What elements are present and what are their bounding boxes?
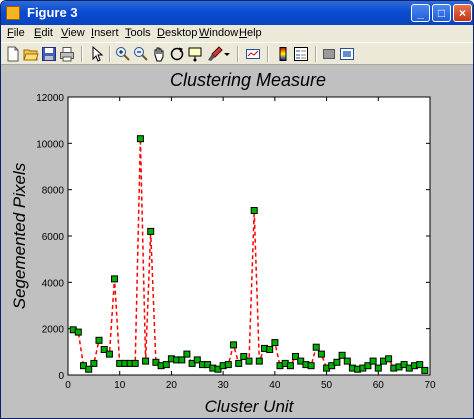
data-point-marker: [230, 341, 237, 349]
x-tick-label: 10: [114, 380, 126, 391]
data-point-marker: [147, 227, 155, 235]
data-point-marker: [245, 357, 253, 365]
show-plot-tools-icon[interactable]: [339, 46, 355, 62]
menu-file[interactable]: File: [7, 27, 25, 39]
menu-edit[interactable]: Edit: [34, 27, 53, 39]
data-point-marker: [286, 362, 294, 370]
x-tick-label: 20: [166, 380, 178, 391]
data-point-marker: [183, 350, 191, 358]
matlab-figure-icon: [6, 6, 20, 20]
menu-window[interactable]: Window: [199, 27, 238, 39]
x-tick-label: 50: [321, 380, 333, 391]
zoom-out-icon[interactable]: [133, 46, 149, 62]
y-tick-label: 12000: [36, 93, 64, 104]
data-point-marker: [162, 361, 170, 369]
maximize-button[interactable]: □: [432, 4, 451, 22]
x-tick-label: 70: [424, 380, 436, 391]
data-point-marker: [333, 358, 341, 366]
new-figure-icon[interactable]: [5, 46, 21, 62]
data-point-marker: [307, 362, 315, 370]
brush-icon[interactable]: [207, 46, 223, 62]
figure-toolbar: [1, 42, 473, 65]
toolbar-separator: [237, 46, 239, 62]
chart-svg: Clustering Measure 0 10 20 30 40 50 60 70 0 2000 4…: [10, 70, 436, 416]
data-point-marker: [421, 366, 429, 374]
open-file-icon[interactable]: [23, 46, 39, 62]
toolbar-separator: [315, 46, 317, 62]
menu-desktop[interactable]: Desktop: [157, 27, 197, 39]
chart-title: Clustering Measure: [170, 70, 326, 90]
data-point-marker: [317, 350, 325, 358]
pan-hand-icon[interactable]: [151, 46, 167, 62]
data-point-marker: [369, 357, 377, 365]
edit-plot-arrow-icon[interactable]: [89, 45, 105, 62]
figure-window: Figure 3 _ □ × File Edit View Insert Too…: [0, 0, 474, 419]
brush-dropdown-icon[interactable]: [223, 46, 231, 62]
rotate-3d-icon[interactable]: [169, 46, 185, 62]
data-point-marker: [385, 355, 393, 363]
y-tick-label: 4000: [42, 278, 65, 289]
save-icon[interactable]: [41, 46, 57, 62]
x-tick-label: 0: [65, 380, 71, 391]
data-point-marker: [111, 275, 118, 283]
data-point-marker: [95, 336, 103, 344]
data-point-marker: [338, 351, 346, 359]
print-icon[interactable]: [59, 46, 75, 62]
data-point-marker: [235, 359, 243, 367]
x-axis-label: Cluster Unit: [205, 397, 295, 416]
x-tick-label: 40: [269, 380, 281, 391]
menu-insert[interactable]: Insert: [91, 27, 119, 39]
data-point-marker: [85, 365, 93, 373]
data-point-marker: [271, 339, 279, 347]
insert-colorbar-icon[interactable]: [275, 46, 291, 62]
y-tick-label: 0: [58, 371, 64, 382]
window-title: Figure 3: [27, 5, 78, 20]
data-point-marker: [250, 207, 258, 214]
insert-legend-icon[interactable]: [293, 46, 309, 62]
data-point-marker: [136, 135, 144, 143]
data-point-marker: [90, 359, 98, 367]
data-point-marker: [266, 346, 274, 353]
data-point-marker: [224, 361, 232, 369]
y-tick-label: 2000: [42, 325, 65, 336]
y-axis-label: Segemented Pixels: [10, 162, 29, 309]
menu-bar: File Edit View Insert Tools Desktop Wind…: [1, 25, 473, 42]
data-cursor-icon[interactable]: [187, 46, 203, 62]
toolbar-separator: [109, 46, 111, 62]
menu-help[interactable]: Help: [239, 27, 262, 39]
y-tick-label: 10000: [36, 139, 64, 150]
y-tick-label: 6000: [42, 232, 65, 243]
data-point-marker: [105, 350, 113, 358]
data-point-marker: [255, 357, 263, 365]
menu-view[interactable]: View: [61, 27, 85, 39]
data-point-marker: [142, 357, 150, 365]
figure-canvas: Clustering Measure 0 10 20 30 40 50 60 70 0 2000 4…: [1, 65, 473, 418]
x-tick-label: 60: [373, 380, 385, 391]
link-plot-icon[interactable]: [245, 46, 261, 62]
toolbar-separator: [267, 46, 269, 62]
x-tick-label: 30: [218, 380, 230, 391]
data-point-marker: [74, 328, 82, 336]
data-point-marker: [131, 359, 139, 367]
title-bar[interactable]: Figure 3 _ □ ×: [1, 1, 473, 25]
data-point-marker: [343, 357, 351, 365]
toolbar-separator: [81, 46, 83, 62]
menu-tools[interactable]: Tools: [125, 27, 151, 39]
hide-plot-tools-icon[interactable]: [321, 46, 337, 62]
zoom-in-icon[interactable]: [115, 46, 131, 62]
close-button[interactable]: ×: [453, 4, 472, 22]
data-point-marker: [178, 356, 186, 364]
data-point-marker: [374, 364, 382, 372]
y-tick-label: 8000: [42, 186, 65, 197]
minimize-button[interactable]: _: [411, 4, 430, 22]
axes-box[interactable]: [67, 96, 431, 376]
data-point-marker: [416, 361, 424, 369]
data-point-marker: [312, 343, 320, 351]
